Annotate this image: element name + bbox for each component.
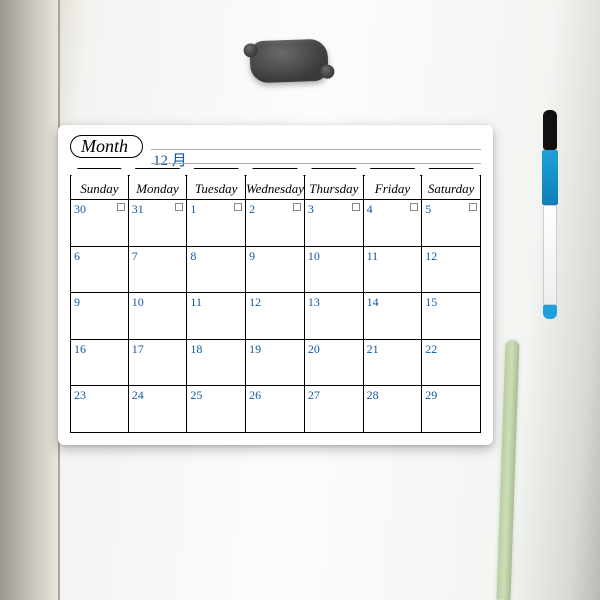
month-header: Month 12 月 [70,135,481,169]
calendar-cell: 20 [305,340,364,387]
calendar-cell: 10 [305,247,364,294]
calendar-cell: 9 [70,293,129,340]
calendar-cell: 29 [422,386,481,433]
weekday-header: Wednesday [246,175,305,200]
calendar-cell: 16 [70,340,129,387]
calendar-cell: 10 [129,293,188,340]
calendar-cell: 28 [364,386,423,433]
month-write-area: 12 月 [151,135,481,169]
cell-checkbox [410,203,418,211]
calendar-cell: 11 [364,247,423,294]
cell-checkbox [234,203,242,211]
calendar-cell: 11 [187,293,246,340]
cell-checkbox [293,203,301,211]
calendar-cell: 3 [305,200,364,247]
calendar-cell: 9 [246,247,305,294]
calendar-cell: 18 [187,340,246,387]
fridge-edge [0,0,60,600]
calendar-cell: 6 [70,247,129,294]
calendar-cell: 30 [70,200,129,247]
weekday-header: Sunday [70,175,129,200]
weekday-header: Monday [129,175,188,200]
pole [496,340,519,600]
calendar-cell: 5 [422,200,481,247]
calendar-cell: 12 [422,247,481,294]
dry-erase-marker [542,110,558,320]
calendar-cell: 19 [246,340,305,387]
calendar-cell: 17 [129,340,188,387]
month-label: Month [70,135,143,158]
calendar-cell: 15 [422,293,481,340]
calendar-cell: 14 [364,293,423,340]
weekday-header: Friday [364,175,423,200]
cell-checkbox [117,203,125,211]
weekday-header: Saturday [422,175,481,200]
calendar-cell: 2 [246,200,305,247]
calendar-cell: 4 [364,200,423,247]
weekday-row: SundayMondayTuesdayWednesdayThursdayFrid… [70,175,481,200]
calendar-cell: 13 [305,293,364,340]
cell-checkbox [175,203,183,211]
calendar-cell: 8 [187,247,246,294]
calendar-cell: 21 [364,340,423,387]
calendar-grid: 3031123456789101112910111213141516171819… [70,200,481,433]
calendar-cell: 7 [129,247,188,294]
whiteboard-eraser [249,39,328,84]
calendar-cell: 25 [187,386,246,433]
weekday-header: Tuesday [187,175,246,200]
magnetic-calendar: Month 12 月 SundayMondayTuesdayWednesdayT… [58,125,493,445]
calendar-cell: 26 [246,386,305,433]
calendar-cell: 27 [305,386,364,433]
calendar-cell: 23 [70,386,129,433]
calendar-cell: 31 [129,200,188,247]
weekday-header: Thursday [305,175,364,200]
calendar-cell: 1 [187,200,246,247]
calendar-cell: 12 [246,293,305,340]
calendar-cell: 22 [422,340,481,387]
calendar-cell: 24 [129,386,188,433]
month-value: 12 月 [153,153,187,169]
cell-checkbox [352,203,360,211]
cell-checkbox [469,203,477,211]
